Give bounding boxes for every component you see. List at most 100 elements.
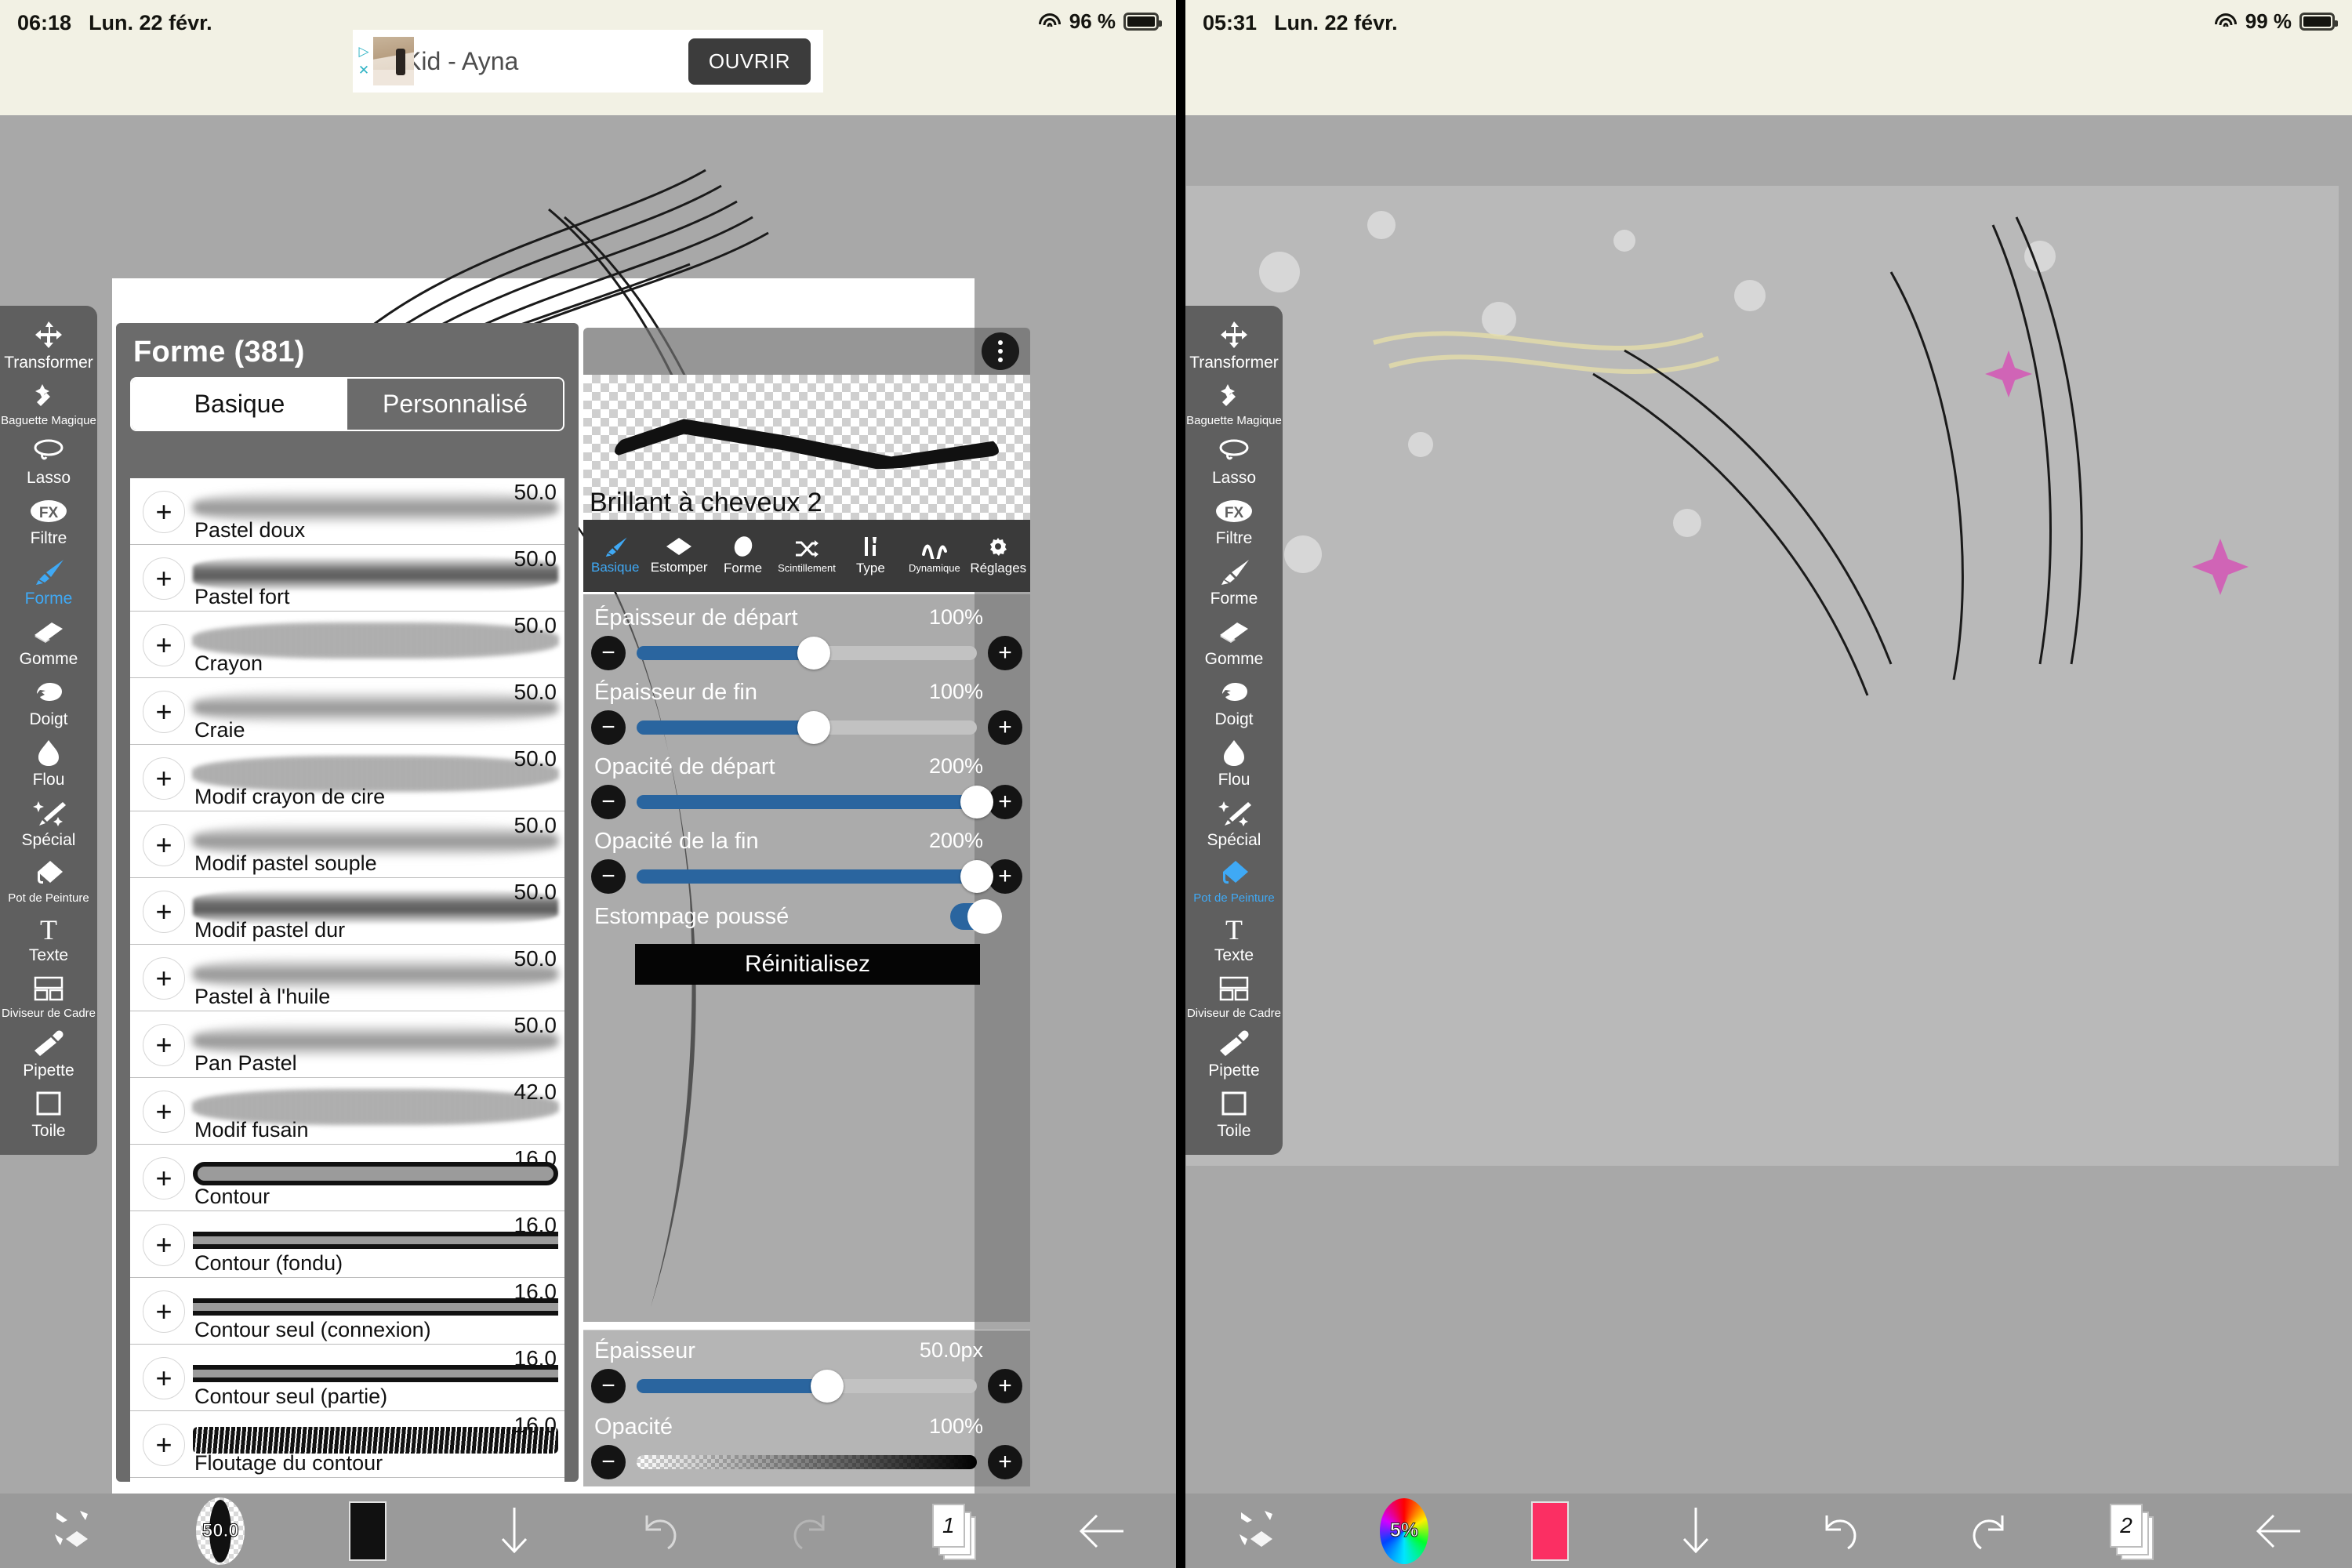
sidebar-item-special[interactable]: Spécial [0, 793, 97, 853]
add-brush-icon[interactable]: + [143, 1290, 185, 1333]
add-brush-icon[interactable]: + [143, 1224, 185, 1266]
brush-list-item[interactable]: +42.0Modif fusain [130, 1078, 564, 1145]
add-brush-icon[interactable]: + [143, 624, 185, 666]
back-arrow-icon[interactable] [1029, 1508, 1177, 1555]
decrease-button[interactable]: − [591, 710, 626, 745]
brush-settings-panel[interactable]: Brillant à cheveux 2 Basique Estomper Fo… [583, 328, 1030, 1486]
tab-personnalise[interactable]: Personnalisé [347, 379, 563, 430]
brush-list-item[interactable]: +16.0Contour seul (partie) [130, 1345, 564, 1411]
sidebar-item-forme[interactable]: Forme [0, 551, 97, 612]
tab-estomper[interactable]: Estomper [647, 536, 710, 575]
brush-list-item[interactable]: +50.0Modif crayon de cire [130, 745, 564, 811]
brush-size-opacity-footer[interactable]: Épaisseur50.0px−+Opacité100%−+ [583, 1330, 1030, 1486]
undo-icon[interactable] [588, 1508, 735, 1555]
brush-list-item[interactable]: +16.0 [130, 1478, 564, 1482]
slider-track[interactable] [637, 795, 977, 809]
sidebar-item-diviseur-de-cadre[interactable]: Diviseur de Cadre [0, 968, 97, 1023]
right-canvas-area[interactable] [1185, 115, 2352, 1494]
redo-icon[interactable] [1915, 1508, 2060, 1555]
right-bottom-bar[interactable]: 5% 2 [1185, 1494, 2352, 1568]
brush-library-panel[interactable]: Forme (381) Basique Personnalisé +50.0Pa… [116, 323, 579, 1482]
setting-slider-row[interactable]: Opacité de la fin200%−+ [583, 829, 1030, 903]
add-brush-icon[interactable]: + [143, 957, 185, 1000]
tab-basique[interactable]: Basique [583, 536, 647, 575]
sidebar-item-special[interactable]: Spécial [1185, 793, 1283, 853]
sidebar-item-pipette[interactable]: Pipette [0, 1023, 97, 1083]
current-color-swatch[interactable] [294, 1501, 441, 1561]
add-brush-icon[interactable]: + [143, 1424, 185, 1466]
color-wheel-button[interactable]: 5% [1331, 1498, 1477, 1564]
estompage-pousse-toggle[interactable] [950, 903, 999, 930]
layers-button[interactable]: 1 [882, 1504, 1029, 1559]
brush-list-item[interactable]: +50.0Pastel doux [130, 478, 564, 545]
sidebar-item-flou[interactable]: Flou [0, 732, 97, 793]
brush-list-item[interactable]: +50.0Pastel fort [130, 545, 564, 612]
brush-panel-tabs[interactable]: Basique Personnalisé [130, 377, 564, 431]
left-ad-banner[interactable]: ▷✕ Kid - Ayna OUVRIR [353, 30, 823, 93]
slider-track[interactable] [637, 720, 977, 735]
settings-tabs[interactable]: Basique Estomper Forme Scintillement Typ… [583, 520, 1030, 592]
slider-track[interactable] [637, 1379, 977, 1393]
setting-slider-row[interactable]: Épaisseur de départ100%−+ [583, 605, 1030, 680]
tab-type[interactable]: Type [839, 535, 902, 576]
add-brush-icon[interactable]: + [143, 491, 185, 533]
decrease-button[interactable]: − [591, 1445, 626, 1479]
add-brush-icon[interactable]: + [143, 891, 185, 933]
add-brush-icon[interactable]: + [143, 1157, 185, 1200]
sidebar-item-texte[interactable]: T Texte [1185, 908, 1283, 968]
decrease-button[interactable]: − [591, 785, 626, 819]
sidebar-item-forme[interactable]: Forme [1185, 551, 1283, 612]
sidebar-item-gomme[interactable]: Gomme [0, 612, 97, 672]
ad-open-button[interactable]: OUVRIR [688, 38, 811, 85]
add-brush-icon[interactable]: + [143, 1024, 185, 1066]
sidebar-item-transformer[interactable]: Transformer [1185, 315, 1283, 376]
sidebar-item-pot-de-peinture[interactable]: Pot de Peinture [1185, 853, 1283, 908]
undo-icon[interactable] [1769, 1508, 1915, 1555]
tab-scintillement[interactable]: Scintillement [775, 539, 838, 574]
sidebar-item-gomme[interactable]: Gomme [1185, 612, 1283, 672]
brush-list[interactable]: +50.0Pastel doux+50.0Pastel fort+50.0Cra… [130, 478, 564, 1482]
setting-slider-row[interactable]: Opacité de départ200%−+ [583, 754, 1030, 829]
sidebar-item-doigt[interactable]: Doigt [0, 672, 97, 732]
right-tool-sidebar[interactable]: Transformer Baguette Magique Lasso FX Fi… [1185, 306, 1283, 1155]
brush-list-item[interactable]: +50.0Modif pastel souple [130, 811, 564, 878]
sidebar-item-baguette-magique[interactable]: Baguette Magique [1185, 376, 1283, 430]
slider-track[interactable] [637, 1455, 977, 1469]
slider-track[interactable] [637, 646, 977, 660]
layers-button[interactable]: 2 [2060, 1504, 2206, 1559]
add-brush-icon[interactable]: + [143, 824, 185, 866]
add-brush-icon[interactable]: + [143, 557, 185, 600]
add-brush-icon[interactable]: + [143, 691, 185, 733]
sidebar-item-toile[interactable]: Toile [0, 1083, 97, 1144]
decrease-button[interactable]: − [591, 859, 626, 894]
setting-toggle-row[interactable]: Estompage poussé [583, 903, 1030, 939]
sidebar-item-flou[interactable]: Flou [1185, 732, 1283, 793]
left-tool-sidebar[interactable]: Transformer Baguette Magique Lasso FX Fi… [0, 306, 97, 1155]
brush-list-item[interactable]: +50.0Craie [130, 678, 564, 745]
reset-button[interactable]: Réinitialisez [635, 944, 980, 985]
add-brush-icon[interactable]: + [143, 1357, 185, 1399]
sidebar-item-lasso[interactable]: Lasso [0, 430, 97, 491]
redo-icon[interactable] [735, 1508, 883, 1555]
brush-list-item[interactable]: +16.0Floutage du contour [130, 1411, 564, 1478]
brush-list-item[interactable]: +16.0Contour [130, 1145, 564, 1211]
close-icon[interactable]: ✕ [358, 63, 369, 78]
tab-reglages[interactable]: Réglages [967, 535, 1030, 576]
brush-list-item[interactable]: +50.0Crayon [130, 612, 564, 678]
brush-list-item[interactable]: +50.0Modif pastel dur [130, 878, 564, 945]
brush-list-item[interactable]: +16.0Contour (fondu) [130, 1211, 564, 1278]
download-arrow-icon[interactable] [441, 1504, 589, 1558]
tab-forme[interactable]: Forme [711, 535, 775, 576]
brush-list-item[interactable]: +50.0Pastel à l'huile [130, 945, 564, 1011]
add-brush-icon[interactable]: + [143, 1091, 185, 1133]
tab-basique[interactable]: Basique [132, 379, 347, 430]
sidebar-item-diviseur-de-cadre[interactable]: Diviseur de Cadre [1185, 968, 1283, 1023]
decrease-button[interactable]: − [591, 636, 626, 670]
download-arrow-icon[interactable] [1623, 1504, 1769, 1558]
slider-track[interactable] [637, 869, 977, 884]
increase-button[interactable]: + [988, 710, 1022, 745]
sidebar-item-toile[interactable]: Toile [1185, 1083, 1283, 1144]
sidebar-item-baguette-magique[interactable]: Baguette Magique [0, 376, 97, 430]
setting-slider-row[interactable]: Épaisseur de fin100%−+ [583, 680, 1030, 754]
sidebar-item-filtre[interactable]: FX Filtre [0, 491, 97, 551]
